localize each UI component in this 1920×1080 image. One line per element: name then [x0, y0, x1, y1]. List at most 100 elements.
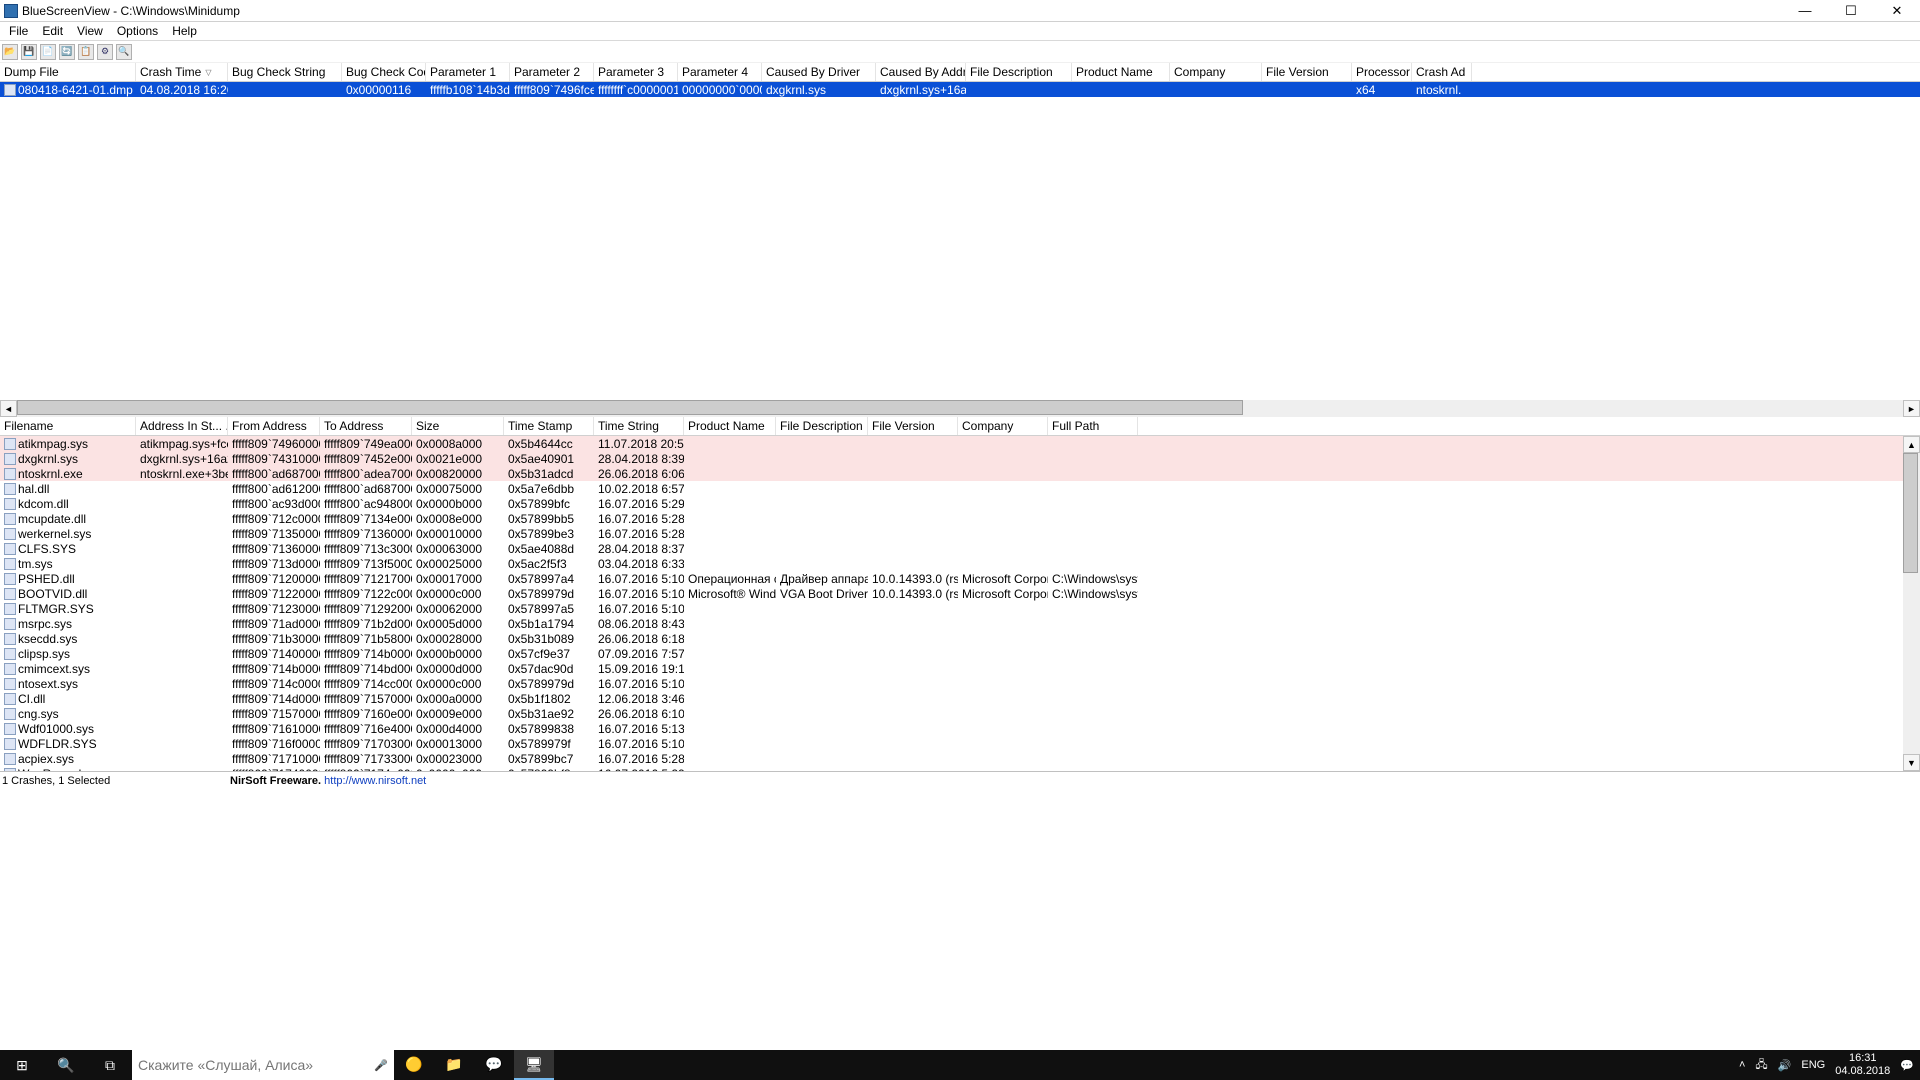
column-header[interactable]: Parameter 3 — [594, 63, 678, 81]
column-header[interactable]: Full Path — [1048, 417, 1138, 435]
mic-icon[interactable]: 🎤 — [374, 1059, 388, 1072]
table-row[interactable]: FLTMGR.SYSfffff809`71230000fffff809`7129… — [0, 601, 1920, 616]
column-header[interactable]: Parameter 2 — [510, 63, 594, 81]
column-header[interactable]: Dump File — [0, 63, 136, 81]
column-header[interactable]: Crash Ad — [1412, 63, 1472, 81]
column-header[interactable]: Time Stamp — [504, 417, 594, 435]
column-header[interactable]: Company — [958, 417, 1048, 435]
tray-network-icon[interactable]: 🖧 — [1755, 1056, 1767, 1075]
taskview-button[interactable]: ⧉ — [88, 1050, 132, 1080]
taskbar-app-yandex[interactable]: 🟡 — [394, 1050, 434, 1080]
dump-hscrollbar[interactable]: ◄ ► — [0, 400, 1920, 417]
column-header[interactable]: Parameter 1 — [426, 63, 510, 81]
tray-expand-icon[interactable]: ˄ — [1739, 1059, 1745, 1071]
drivers-vscrollbar[interactable]: ▲ ▼ — [1903, 436, 1920, 771]
table-row[interactable]: CI.dllfffff809`714d0000fffff809`71570000… — [0, 691, 1920, 706]
table-cell: 0x0008a000 — [412, 437, 504, 451]
file-icon — [4, 573, 16, 585]
table-row[interactable]: hal.dllfffff800`ad612000fffff800`ad68700… — [0, 481, 1920, 496]
table-row[interactable]: ntosext.sysfffff809`714c0000fffff809`714… — [0, 676, 1920, 691]
tray-lang[interactable]: ENG — [1801, 1059, 1825, 1071]
table-row[interactable]: acpiex.sysfffff809`71710000fffff809`7173… — [0, 751, 1920, 766]
open-icon[interactable]: 📂 — [2, 44, 18, 60]
column-header[interactable]: Product Name — [1072, 63, 1170, 81]
column-header[interactable]: Size — [412, 417, 504, 435]
properties-icon[interactable]: 📋 — [78, 44, 94, 60]
menu-help[interactable]: Help — [165, 24, 204, 38]
table-cell: ksecdd.sys — [0, 632, 136, 646]
table-row[interactable]: msrpc.sysfffff809`71ad0000fffff809`71b2d… — [0, 616, 1920, 631]
column-header[interactable]: Processor — [1352, 63, 1412, 81]
minimize-button[interactable]: — — [1782, 0, 1828, 21]
taskbar-app-explorer[interactable]: 📁 — [434, 1050, 474, 1080]
column-header[interactable]: File Version — [1262, 63, 1352, 81]
table-row[interactable]: ksecdd.sysfffff809`71b30000fffff809`71b5… — [0, 631, 1920, 646]
table-cell: FLTMGR.SYS — [0, 602, 136, 616]
scroll-left-icon[interactable]: ◄ — [0, 400, 17, 417]
column-header[interactable]: Caused By Address — [876, 63, 966, 81]
dump-list-body[interactable]: 080418-6421-01.dmp04.08.2018 16:26:040x0… — [0, 82, 1920, 400]
refresh-icon[interactable]: 🔄 — [59, 44, 75, 60]
menu-edit[interactable]: Edit — [35, 24, 70, 38]
table-row[interactable]: werkernel.sysfffff809`71350000fffff809`7… — [0, 526, 1920, 541]
table-row[interactable]: dxgkrnl.sysdxgkrnl.sys+16a2d8fffff809`74… — [0, 451, 1920, 466]
table-row[interactable]: PSHED.dllfffff809`71200000fffff809`71217… — [0, 571, 1920, 586]
table-row[interactable]: BOOTVID.dllfffff809`71220000fffff809`712… — [0, 586, 1920, 601]
column-header[interactable]: File Description — [966, 63, 1072, 81]
options-icon[interactable]: ⚙ — [97, 44, 113, 60]
column-header[interactable]: Filename — [0, 417, 136, 435]
menu-options[interactable]: Options — [110, 24, 165, 38]
brand-link[interactable]: http://www.nirsoft.net — [324, 775, 426, 787]
table-row[interactable]: cng.sysfffff809`71570000fffff809`7160e00… — [0, 706, 1920, 721]
menu-view[interactable]: View — [70, 24, 110, 38]
maximize-button[interactable]: ☐ — [1828, 0, 1874, 21]
save-icon[interactable]: 💾 — [21, 44, 37, 60]
column-header[interactable]: Product Name — [684, 417, 776, 435]
table-row[interactable]: Wdf01000.sysfffff809`71610000fffff809`71… — [0, 721, 1920, 736]
search-input[interactable] — [138, 1057, 374, 1073]
table-row[interactable]: WppRecorder.sysfffff809`71740000fffff809… — [0, 766, 1920, 771]
scroll-right-icon[interactable]: ► — [1903, 400, 1920, 417]
table-row[interactable]: CLFS.SYSfffff809`71360000fffff809`713c30… — [0, 541, 1920, 556]
table-row[interactable]: clipsp.sysfffff809`71400000fffff809`714b… — [0, 646, 1920, 661]
menu-file[interactable]: File — [2, 24, 35, 38]
table-row[interactable]: kdcom.dllfffff800`ac93d000fffff800`ac948… — [0, 496, 1920, 511]
column-header[interactable]: Time String — [594, 417, 684, 435]
search-box[interactable]: 🎤 — [132, 1050, 394, 1080]
table-row[interactable]: WDFLDR.SYSfffff809`716f0000fffff809`7170… — [0, 736, 1920, 751]
find-icon[interactable]: 🔍 — [116, 44, 132, 60]
copy-icon[interactable]: 📄 — [40, 44, 56, 60]
column-header[interactable]: Company — [1170, 63, 1262, 81]
column-header[interactable]: File Description — [776, 417, 868, 435]
table-cell: 0x57899bfc — [504, 497, 594, 511]
table-row[interactable]: tm.sysfffff809`713d0000fffff809`713f5000… — [0, 556, 1920, 571]
table-row[interactable]: cmimcext.sysfffff809`714b0000fffff809`71… — [0, 661, 1920, 676]
tray-notifications-icon[interactable]: 💬 — [1900, 1059, 1914, 1072]
table-cell: fffff800`ad687000 — [320, 482, 412, 496]
column-header[interactable]: Address In St...△ — [136, 417, 228, 435]
taskbar-app-bluescreenview[interactable]: 🖥 — [514, 1050, 554, 1080]
column-header[interactable]: Bug Check String — [228, 63, 342, 81]
column-header[interactable]: Bug Check Code — [342, 63, 426, 81]
scroll-track[interactable] — [17, 400, 1903, 417]
column-header[interactable]: To Address — [320, 417, 412, 435]
column-header[interactable]: Caused By Driver — [762, 63, 876, 81]
tray-clock[interactable]: 16:31 04.08.2018 — [1835, 1052, 1890, 1078]
scroll-up-icon[interactable]: ▲ — [1903, 436, 1920, 453]
column-header[interactable]: File Version — [868, 417, 958, 435]
taskbar-app-discord[interactable]: 💬 — [474, 1050, 514, 1080]
scroll-track[interactable] — [1903, 453, 1920, 754]
table-row[interactable]: atikmpag.sysatikmpag.sys+fce4fffff809`74… — [0, 436, 1920, 451]
start-button[interactable]: ⊞ — [0, 1050, 44, 1080]
column-header[interactable]: From Address — [228, 417, 320, 435]
drivers-list-body[interactable]: atikmpag.sysatikmpag.sys+fce4fffff809`74… — [0, 436, 1920, 771]
search-icon-button[interactable]: 🔍 — [44, 1050, 88, 1080]
column-header[interactable]: Crash Time▽ — [136, 63, 228, 81]
table-row[interactable]: 080418-6421-01.dmp04.08.2018 16:26:040x0… — [0, 82, 1920, 97]
column-header[interactable]: Parameter 4 — [678, 63, 762, 81]
table-row[interactable]: mcupdate.dllfffff809`712c0000fffff809`71… — [0, 511, 1920, 526]
tray-volume-icon[interactable]: 🔊 — [1778, 1059, 1792, 1072]
close-button[interactable]: ✕ — [1874, 0, 1920, 21]
scroll-down-icon[interactable]: ▼ — [1903, 754, 1920, 771]
table-row[interactable]: ntoskrnl.exentoskrnl.exe+3be100fffff800`… — [0, 466, 1920, 481]
